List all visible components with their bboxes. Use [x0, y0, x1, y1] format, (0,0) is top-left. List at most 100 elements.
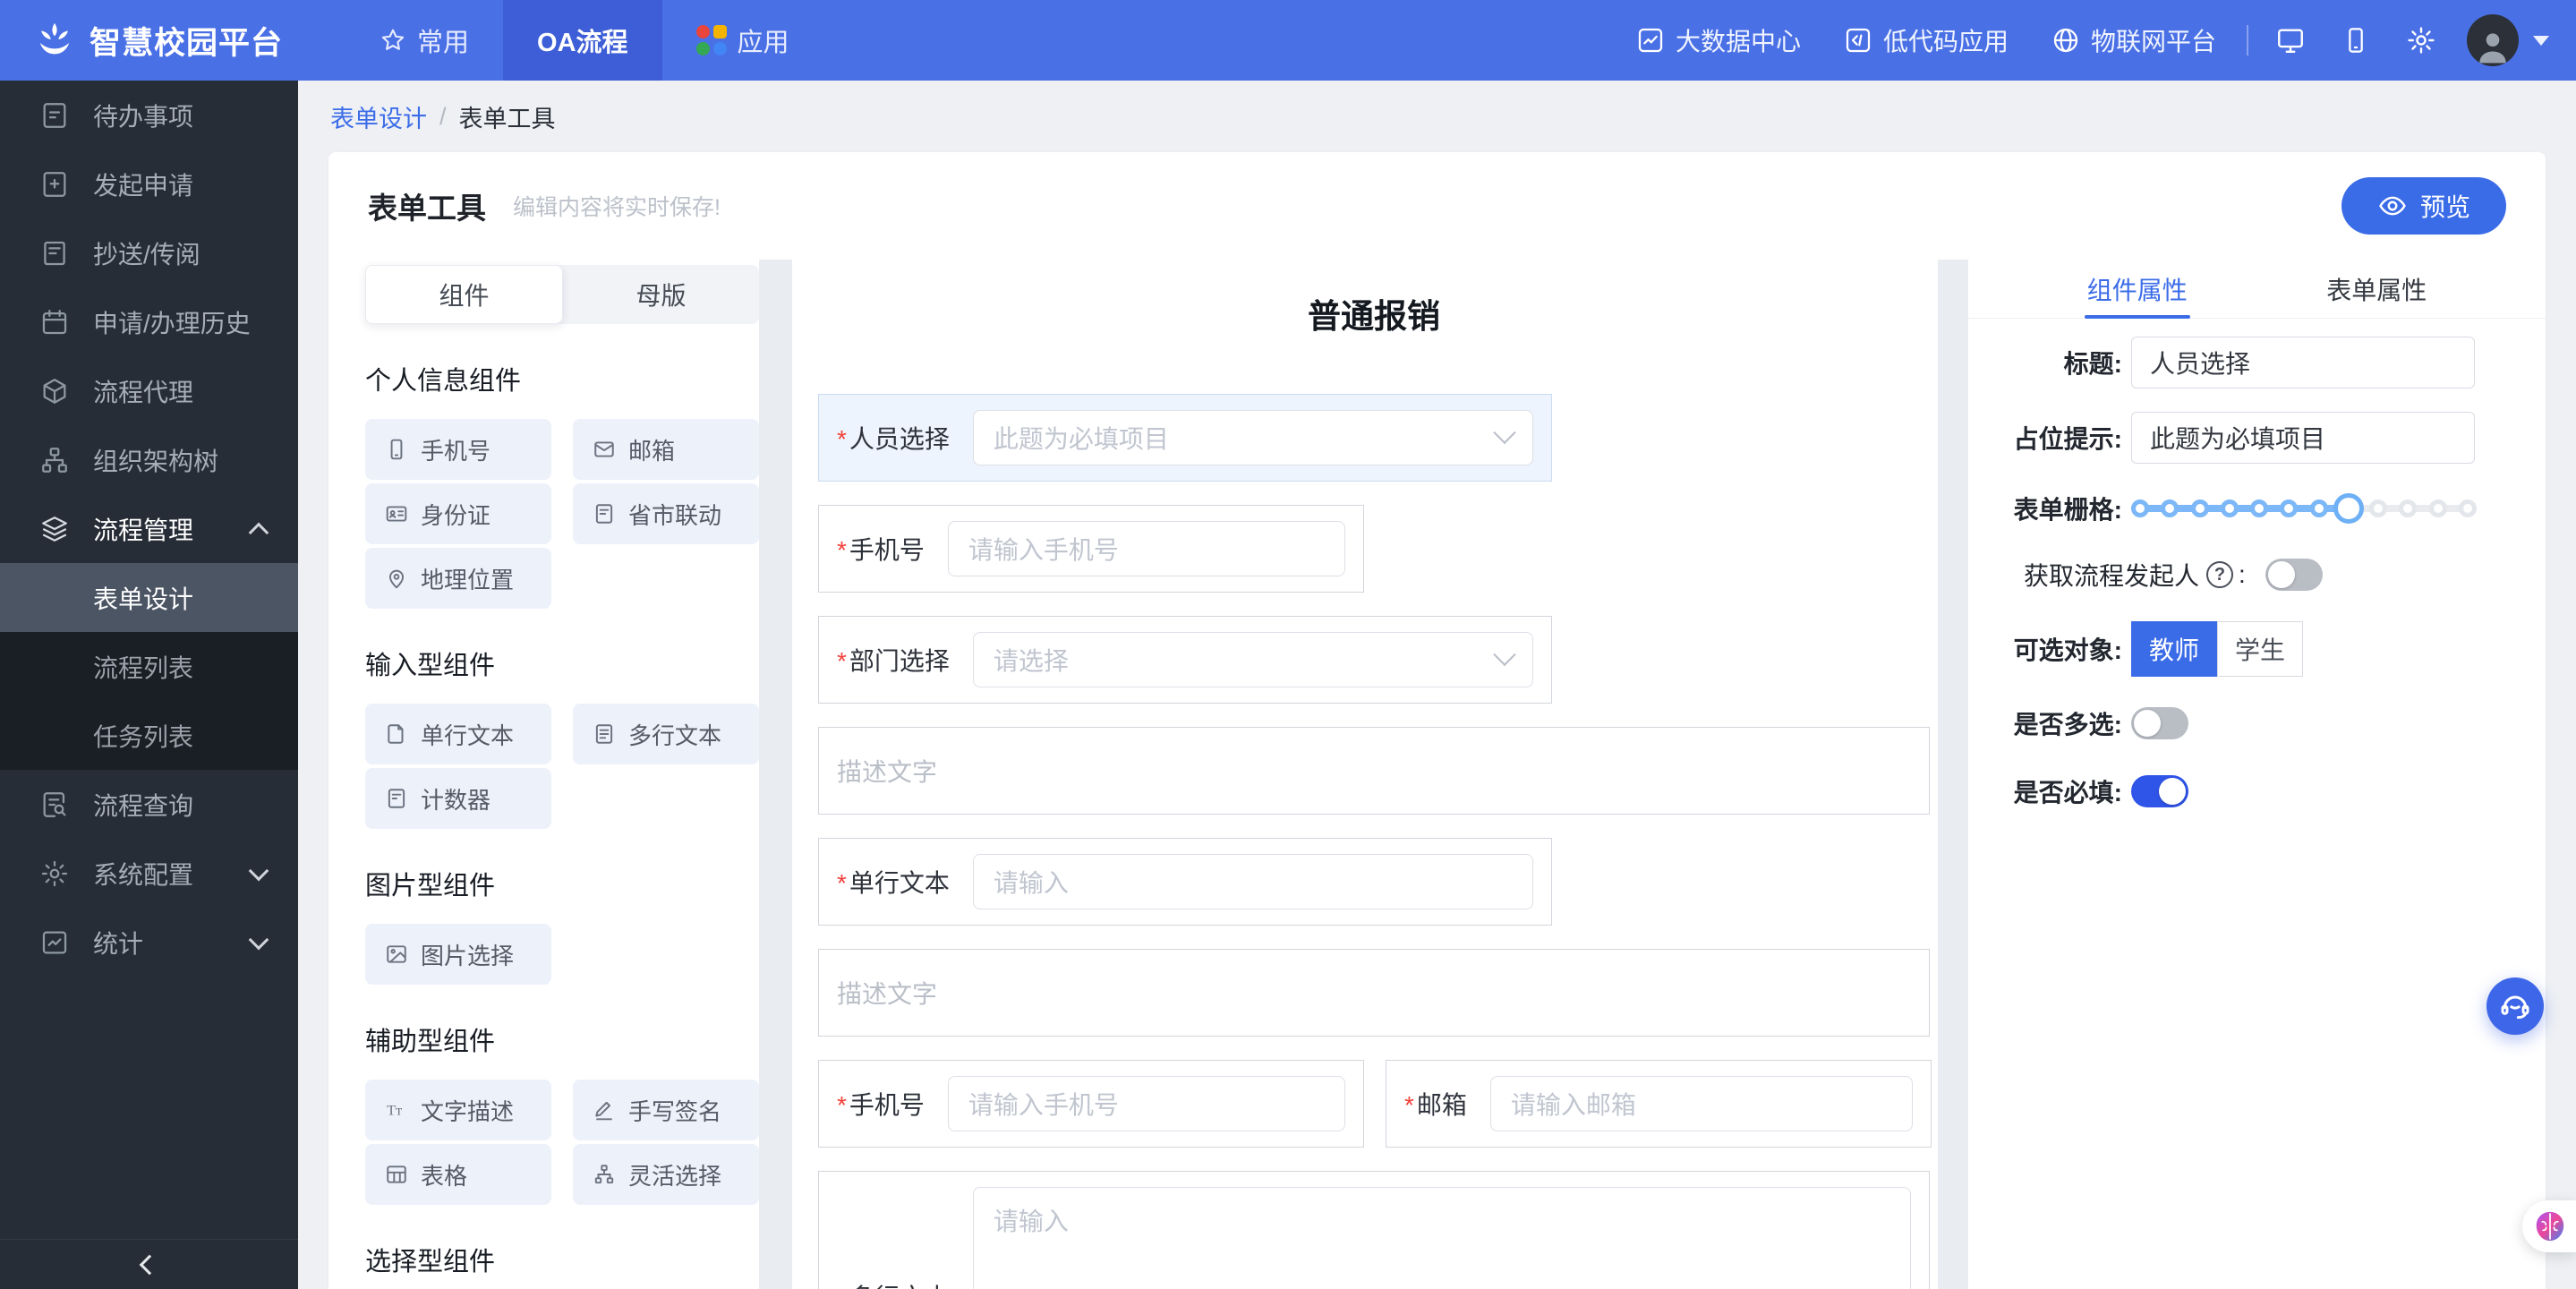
- component-chip-geolocation[interactable]: 地理位置: [365, 548, 551, 609]
- slider-step[interactable]: [2428, 499, 2447, 517]
- form-field-description-2[interactable]: 描述文字: [818, 949, 1930, 1037]
- sidebar-item-new-request[interactable]: 发起申请: [0, 149, 298, 218]
- form-grid-label: 表单栅格:: [2013, 496, 2122, 524]
- tab-form-properties[interactable]: 表单属性: [2257, 260, 2497, 318]
- component-chip-email[interactable]: 邮箱: [573, 419, 759, 480]
- sidebar-item-system-config[interactable]: 系统配置: [0, 839, 298, 908]
- slider-step[interactable]: [2190, 499, 2209, 517]
- form-field-phone[interactable]: 手机号 请输入手机号: [818, 505, 1364, 593]
- form-field-email[interactable]: 邮箱 请输入邮箱: [1386, 1060, 1932, 1148]
- sidebar-item-todo[interactable]: 待办事项: [0, 81, 298, 149]
- tab-component-properties[interactable]: 组件属性: [2017, 260, 2257, 318]
- required-toggle[interactable]: [2131, 775, 2188, 807]
- layers-icon: [39, 514, 70, 544]
- sidebar-item-cc[interactable]: 抄送/传阅: [0, 218, 298, 287]
- phone-input[interactable]: 请输入手机号: [947, 521, 1345, 576]
- component-chip-province-city[interactable]: 省市联动: [573, 483, 759, 544]
- settings-gear-icon[interactable]: [2388, 25, 2454, 55]
- component-chip-single-line-text[interactable]: 单行文本: [365, 704, 551, 764]
- form-field-single-line-text[interactable]: 单行文本 请输入: [818, 838, 1552, 926]
- nav-tab-frequent[interactable]: 常用: [345, 0, 503, 81]
- department-select-dropdown[interactable]: 请选择: [972, 632, 1533, 687]
- sidebar-collapse-button[interactable]: [0, 1239, 298, 1289]
- tab-master[interactable]: 母版: [563, 265, 759, 324]
- chevron-down-icon: [248, 860, 269, 881]
- target-option-student[interactable]: 学生: [2217, 621, 2303, 677]
- mobile-icon[interactable]: [2324, 26, 2388, 55]
- sidebar-subitem-task-list[interactable]: 任务列表: [0, 701, 298, 770]
- sidebar-subitem-form-design[interactable]: 表单设计: [0, 563, 298, 632]
- email-input[interactable]: 请输入邮箱: [1489, 1076, 1913, 1131]
- breadcrumb: 表单设计 / 表单工具: [298, 81, 2576, 152]
- sidebar-item-history[interactable]: 申请/办理历史: [0, 287, 298, 356]
- form-field-description-1[interactable]: 描述文字: [818, 727, 1930, 815]
- slider-step[interactable]: [2220, 499, 2239, 517]
- chevron-down-icon: [1493, 421, 1516, 445]
- calendar-icon: [39, 307, 70, 337]
- slider-step[interactable]: [2369, 499, 2388, 517]
- slider-step[interactable]: [2399, 499, 2418, 517]
- title-input[interactable]: [2131, 337, 2475, 388]
- monitor-icon[interactable]: [2257, 25, 2324, 55]
- component-chip-multi-line-text[interactable]: 多行文本: [573, 704, 759, 764]
- nav-tab-oa-flow[interactable]: OA流程: [503, 0, 662, 81]
- slider-step[interactable]: [2458, 499, 2477, 517]
- apps-grid-icon: [695, 25, 727, 55]
- slider-step[interactable]: [2309, 499, 2328, 517]
- slider-step[interactable]: [2131, 499, 2149, 517]
- component-chip-flexible-select[interactable]: 灵活选择: [573, 1144, 759, 1205]
- component-chip-phone[interactable]: 手机号: [365, 419, 551, 480]
- target-option-teacher[interactable]: 教师: [2131, 621, 2217, 677]
- sidebar-item-flow-query[interactable]: 流程查询: [0, 770, 298, 839]
- brain-icon: [2531, 1208, 2569, 1245]
- ai-assistant-button[interactable]: [2522, 1200, 2576, 1252]
- form-field-person-select[interactable]: 人员选择 此题为必填项目: [818, 394, 1552, 482]
- slider-step[interactable]: [2250, 499, 2269, 517]
- sidebar-item-flow-management[interactable]: 流程管理: [0, 494, 298, 563]
- form-field-phone-2[interactable]: 手机号 请输入手机号: [818, 1060, 1364, 1148]
- card-header: 表单工具 编辑内容将实时保存! 预览: [328, 152, 2546, 260]
- user-avatar[interactable]: [2467, 14, 2519, 66]
- breadcrumb-form-design-link[interactable]: 表单设计: [330, 99, 427, 134]
- form-grid-slider[interactable]: [2131, 493, 2477, 524]
- chevron-down-icon[interactable]: [2533, 35, 2549, 46]
- todo-doc-icon: [39, 100, 70, 131]
- eye-icon: [2377, 191, 2408, 221]
- form-field-department-select[interactable]: 部门选择 请选择: [818, 616, 1552, 704]
- slider-handle[interactable]: [2333, 493, 2364, 524]
- nav-link-low-code[interactable]: 低代码应用: [1822, 22, 2030, 58]
- sidebar-item-proxy[interactable]: 流程代理: [0, 356, 298, 425]
- preview-button[interactable]: 预览: [2341, 177, 2506, 235]
- initiator-label: 获取流程发起人 ? :: [2024, 560, 2246, 590]
- person-select-dropdown[interactable]: 此题为必填项目: [972, 410, 1533, 465]
- slider-step[interactable]: [2280, 499, 2299, 517]
- component-chip-signature[interactable]: 手写签名: [573, 1080, 759, 1140]
- component-chip-table[interactable]: 表格: [365, 1144, 551, 1205]
- support-floating-button[interactable]: [2486, 977, 2544, 1035]
- phone-input-2[interactable]: 请输入手机号: [947, 1076, 1345, 1131]
- component-chip-counter[interactable]: 计数器: [365, 768, 551, 829]
- placeholder-input[interactable]: [2131, 412, 2475, 464]
- sidebar-item-org-tree[interactable]: 组织架构树: [0, 425, 298, 494]
- component-chip-id-card[interactable]: 身份证: [365, 483, 551, 544]
- help-icon[interactable]: ?: [2206, 561, 2234, 588]
- nav-link-iot[interactable]: 物联网平台: [2030, 22, 2238, 58]
- multi-select-toggle[interactable]: [2131, 707, 2188, 739]
- main-area: 表单设计 / 表单工具 表单工具 编辑内容将实时保存! 预览 组件 母版 个人信…: [298, 81, 2576, 1289]
- component-chip-image-select[interactable]: 图片选择: [365, 924, 551, 985]
- section-input-type: 输入型组件: [365, 652, 496, 680]
- sidebar-subitem-flow-list[interactable]: 流程列表: [0, 632, 298, 701]
- single-line-text-input[interactable]: 请输入: [972, 854, 1533, 909]
- component-chip-text-description[interactable]: Tт 文字描述: [365, 1080, 551, 1140]
- nav-tab-apps[interactable]: 应用: [662, 0, 823, 81]
- nav-link-big-data[interactable]: 大数据中心: [1615, 22, 1822, 58]
- slider-step[interactable]: [2161, 499, 2179, 517]
- doc-search-icon: [39, 790, 70, 820]
- palette-tabs: 组件 母版: [365, 265, 759, 324]
- components-panel: 组件 母版 个人信息组件 手机号 邮箱 身份证 省市联动 地理位置 输入型组件 …: [328, 260, 759, 1289]
- sidebar-item-statistics[interactable]: 统计: [0, 908, 298, 977]
- multi-line-textarea[interactable]: 请输入: [972, 1187, 1911, 1289]
- initiator-toggle[interactable]: [2265, 559, 2323, 591]
- tab-components[interactable]: 组件: [365, 265, 563, 324]
- form-field-multi-line-text[interactable]: 多行文本 请输入: [818, 1171, 1930, 1289]
